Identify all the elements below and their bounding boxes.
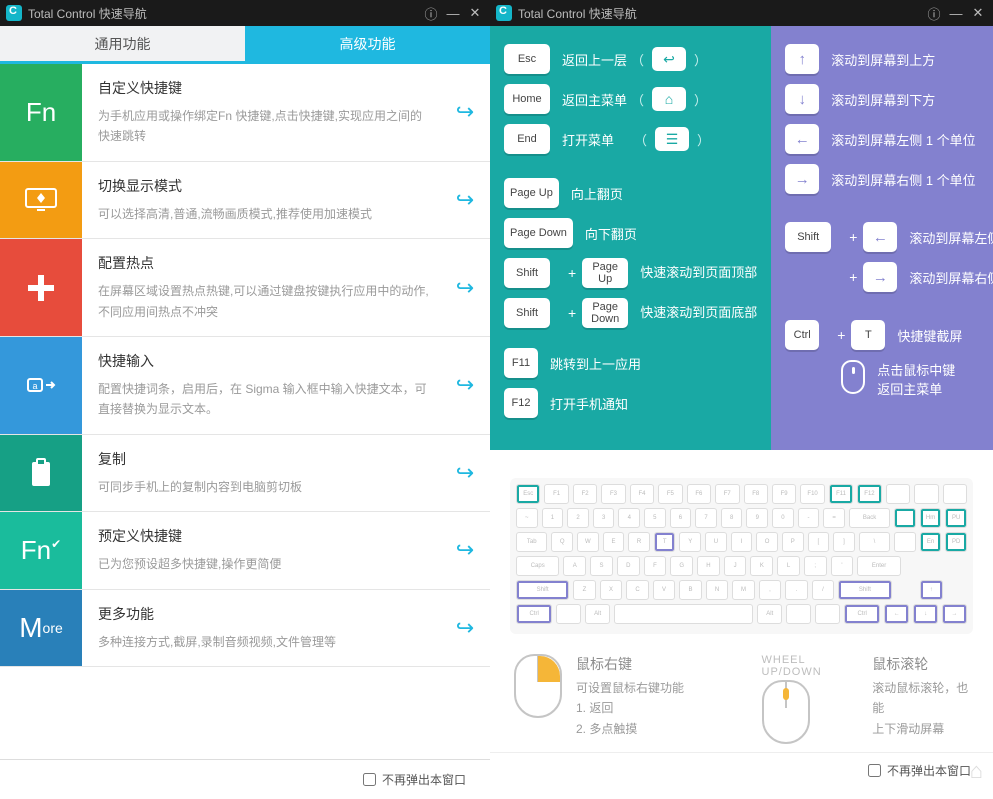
fn-icon: Fn [0, 64, 82, 161]
window-title: Total Control 快速导航 [518, 5, 921, 22]
window-title: Total Control 快速导航 [28, 5, 418, 22]
feature-title: 快捷输入 [98, 351, 430, 371]
arrow-down-icon: ↓ [785, 84, 819, 114]
more-icon: More [0, 590, 82, 666]
arrow-left-icon: ← [863, 222, 897, 252]
feature-title: 预定义快捷键 [98, 526, 430, 546]
close-icon[interactable]: ✕ [969, 4, 987, 22]
dont-show-label: 不再弹出本窗口 [887, 762, 971, 779]
plus-icon [0, 239, 82, 336]
arrow-up-icon: ↑ [785, 44, 819, 74]
keycap-pgup: Page Up [504, 178, 559, 208]
home-icon: ⌂ [652, 87, 686, 111]
feature-title: 自定义快捷键 [98, 78, 430, 98]
arrow-icon[interactable]: ↪ [440, 590, 490, 666]
menu-icon: ☰ [655, 127, 689, 151]
feature-title: 更多功能 [98, 604, 430, 624]
feature-desc: 配置快捷词条，启用后，在 Sigma 输入框中输入快捷文本，可直接替换为显示文本… [98, 379, 430, 420]
minimize-icon[interactable]: — [947, 4, 965, 22]
scroll-keys-panel: ↑滚动到屏幕到上方 ↓滚动到屏幕到下方 ←滚动到屏幕左侧 1 个单位 →滚动到屏… [771, 26, 993, 450]
navigation-keys-panel: Esc返回上一层（↩） Home返回主菜单（⌂） End打开菜单（☰） Page… [490, 26, 771, 450]
keycap-pgdn: Page Down [504, 218, 573, 248]
feature-desc: 多种连接方式,截屏,录制音频视频,文件管理等 [98, 632, 430, 652]
feature-quick-input: a 快捷输入 配置快捷词条，启用后，在 Sigma 输入框中输入快捷文本，可直接… [0, 337, 490, 435]
keycap-t: T [851, 320, 885, 350]
wheel-up-down-label: WHEEL UP/DOWN [762, 654, 859, 678]
feature-copy: 复制 可同步手机上的复制内容到电脑剪切板 ↪ [0, 435, 490, 512]
feature-desc: 可以选择高清,普通,流畅画质模式,推荐使用加速模式 [98, 204, 430, 224]
dont-show-checkbox[interactable] [868, 764, 881, 777]
arrow-icon[interactable]: ↪ [440, 239, 490, 336]
keycap-pgdn: Page Down [582, 298, 628, 328]
feature-desc: 在屏幕区域设置热点热键,可以通过键盘按键执行应用中的动作,不同应用间热点不冲突 [98, 281, 430, 322]
feature-title: 配置热点 [98, 253, 430, 273]
app-logo-icon [496, 5, 512, 21]
tab-basic[interactable]: 通用功能 [0, 26, 245, 61]
keycap-shift: Shift [785, 222, 831, 252]
mouse-help-section: 鼠标右键 可设置鼠标右键功能 1. 返回 2. 多点触摸 WHEEL UP/DO… [490, 644, 993, 752]
svg-text:a: a [32, 381, 37, 391]
feature-list: Fn 自定义快捷键 为手机应用或操作绑定Fn 快捷键,点击快捷键,实现应用之间的… [0, 64, 490, 759]
display-icon [0, 162, 82, 238]
fn-check-icon: Fn✔ [0, 512, 82, 588]
mouse-middle-icon [841, 360, 865, 394]
keycap-pgup: Page Up [582, 258, 628, 288]
feature-more: More 更多功能 多种连接方式,截屏,录制音频视频,文件管理等 ↪ [0, 590, 490, 667]
mouse-right-button-icon [514, 654, 562, 718]
keycap-end: End [504, 124, 550, 154]
feature-hotspot: 配置热点 在屏幕区域设置热点热键,可以通过键盘按键执行应用中的动作,不同应用间热… [0, 239, 490, 337]
arrow-icon[interactable]: ↪ [440, 512, 490, 588]
keycap-home: Home [504, 84, 550, 114]
keycap-esc: Esc [504, 44, 550, 74]
feature-display-mode: 切换显示模式 可以选择高清,普通,流畅画质模式,推荐使用加速模式 ↪ [0, 162, 490, 239]
feature-title: 复制 [98, 449, 430, 469]
feature-desc: 可同步手机上的复制内容到电脑剪切板 [98, 477, 430, 497]
arrow-icon[interactable]: ↪ [440, 435, 490, 511]
info-icon[interactable]: ⓘ [422, 4, 440, 22]
info-icon[interactable]: ⓘ [925, 4, 943, 22]
arrow-icon[interactable]: ↪ [440, 162, 490, 238]
input-icon: a [0, 337, 82, 434]
minimize-icon[interactable]: — [444, 4, 462, 22]
mouse-wheel-icon [762, 680, 810, 744]
dont-show-checkbox[interactable] [363, 773, 376, 786]
app-logo-icon [6, 5, 22, 21]
clipboard-icon [0, 435, 82, 511]
keycap-shift: Shift [504, 298, 550, 328]
keycap-shift: Shift [504, 258, 550, 288]
arrow-icon[interactable]: ↪ [440, 64, 490, 161]
arrow-icon[interactable]: ↪ [440, 337, 490, 434]
feature-desc: 已为您预设超多快捷键,操作更简便 [98, 554, 430, 574]
back-icon: ↩ [652, 47, 686, 71]
dont-show-label: 不再弹出本窗口 [382, 771, 466, 788]
arrow-right-icon: → [785, 164, 819, 194]
feature-predefined-hotkey: Fn✔ 预定义快捷键 已为您预设超多快捷键,操作更简便 ↪ [0, 512, 490, 589]
feature-desc: 为手机应用或操作绑定Fn 快捷键,点击快捷键,实现应用之间的快速跳转 [98, 106, 430, 147]
keyboard-illustration: EscF1F2F3F4F5F6F7F8F9F10F11F12 ~12345678… [490, 450, 993, 644]
tab-advanced[interactable]: 高级功能 [245, 26, 490, 61]
arrow-right-icon: → [863, 262, 897, 292]
keycap-f11: F11 [504, 348, 538, 378]
watermark-icon: ⌂ [970, 758, 983, 784]
feature-title: 切换显示模式 [98, 176, 430, 196]
arrow-left-icon: ← [785, 124, 819, 154]
keycap-ctrl: Ctrl [785, 320, 819, 350]
keycap-f12: F12 [504, 388, 538, 418]
close-icon[interactable]: ✕ [466, 4, 484, 22]
feature-custom-hotkey: Fn 自定义快捷键 为手机应用或操作绑定Fn 快捷键,点击快捷键,实现应用之间的… [0, 64, 490, 162]
